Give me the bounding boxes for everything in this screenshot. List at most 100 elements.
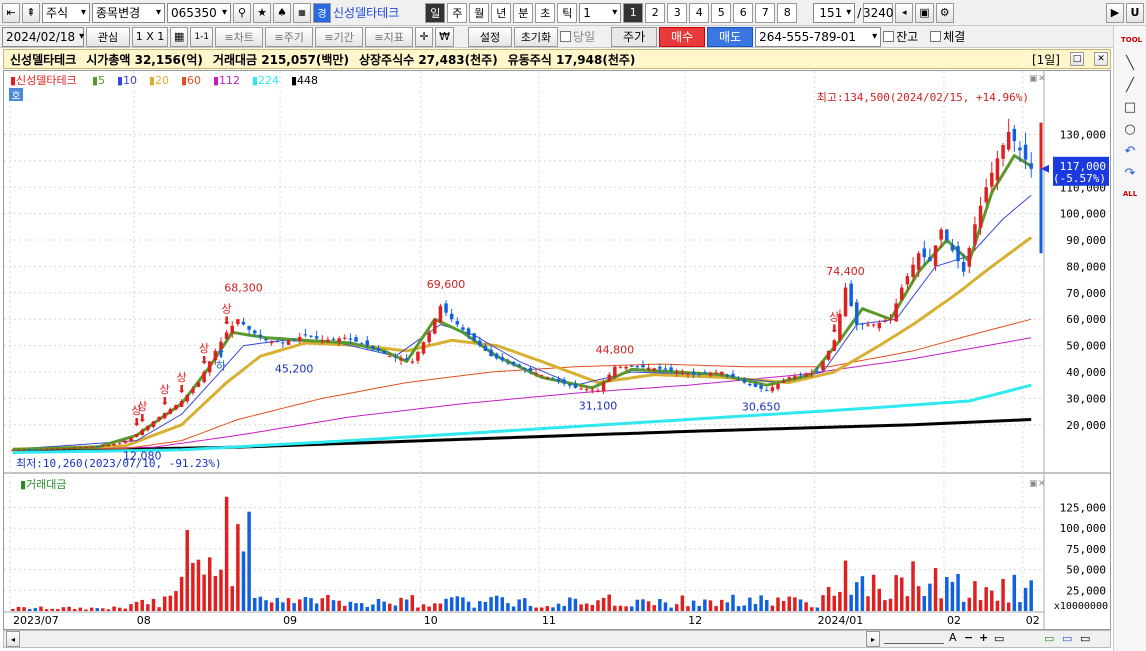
cycle-button[interactable]: ≡주기 xyxy=(265,26,314,47)
reset-button[interactable]: 초기화 xyxy=(514,26,558,47)
layout-button[interactable]: 1 X 1 xyxy=(132,26,168,47)
account-select[interactable]: 264-555-789-01 xyxy=(755,26,882,47)
price-tab[interactable]: 주가 xyxy=(611,26,658,47)
save-image-icon[interactable]: ▭ xyxy=(1062,632,1072,645)
volume-unit-label: x10000000 xyxy=(1054,601,1108,612)
play-icon[interactable]: ▶ xyxy=(1106,2,1124,23)
time-axis-label: 2023/07 xyxy=(13,614,59,627)
num-button-8[interactable]: 8 xyxy=(777,2,798,23)
period-button[interactable]: ≡기간 xyxy=(315,26,364,47)
period-minute-button[interactable]: 분 xyxy=(513,2,534,23)
zoom-out-button[interactable]: − xyxy=(964,631,973,644)
line-tool-icon[interactable]: ╲ xyxy=(1121,56,1139,72)
candle-body xyxy=(590,389,595,391)
period-day-button[interactable]: 일 xyxy=(425,2,446,23)
executed-checkbox[interactable]: 체결 xyxy=(930,28,965,45)
candle-body xyxy=(27,449,32,451)
num-button-3[interactable]: 3 xyxy=(667,2,688,23)
trendline-tool-icon[interactable]: ╱ xyxy=(1121,78,1139,94)
calendar-icon[interactable]: ▦ xyxy=(170,26,189,47)
candle-body xyxy=(309,335,313,337)
redo-icon[interactable]: ↷ xyxy=(1121,166,1139,182)
change-item-select[interactable]: 종목변경 xyxy=(92,2,165,23)
volume-bar xyxy=(433,603,437,611)
dock-left-button[interactable]: ⇤ xyxy=(2,2,20,23)
indicator-button[interactable]: ≡지표 xyxy=(365,26,414,47)
period-year-button[interactable]: 년 xyxy=(491,2,512,23)
same-day-checkbox[interactable]: 당일 xyxy=(560,28,595,45)
save-icon[interactable]: ▣ xyxy=(915,2,934,23)
undo-icon[interactable]: ↶ xyxy=(1121,144,1139,160)
volume-bar xyxy=(770,605,775,611)
erase-all-icon[interactable]: ALL xyxy=(1121,186,1139,202)
period-month-button[interactable]: 월 xyxy=(469,2,490,23)
close-icon[interactable]: ✕ xyxy=(1094,52,1108,66)
chart-area[interactable]: 20,000 30,000 40,000 50,000 60,000 70,000 80,0… xyxy=(3,70,1111,630)
candle-body xyxy=(939,229,943,240)
candle-body xyxy=(978,205,983,228)
date-input[interactable]: 2024/02/18 xyxy=(2,26,84,47)
num-button-4[interactable]: 4 xyxy=(689,2,710,23)
scroll-right-icon[interactable]: ▸ xyxy=(866,631,880,647)
crosshair-icon[interactable]: ✛ xyxy=(415,26,434,47)
period-tick-button[interactable]: 틱 xyxy=(557,2,578,23)
stock-code-input[interactable]: 065350 xyxy=(167,2,231,23)
period-week-button[interactable]: 주 xyxy=(447,2,468,23)
interest-button[interactable]: 관심 xyxy=(86,26,130,47)
period-multiplier-select[interactable]: 1 xyxy=(579,2,622,23)
sell-button[interactable]: 매도 xyxy=(707,26,754,47)
candle-body xyxy=(461,327,465,330)
count-separator: / xyxy=(857,5,862,20)
print-icon[interactable]: ▭ xyxy=(1080,632,1090,645)
candle-body xyxy=(888,319,893,321)
data-count-input[interactable]: 151 xyxy=(813,2,856,23)
num-button-1[interactable]: 1 xyxy=(623,2,644,23)
buy-button[interactable]: 매수 xyxy=(659,26,706,47)
tool-menu-icon[interactable]: TOOL xyxy=(1121,32,1142,48)
maximize-icon[interactable]: □ xyxy=(1070,52,1084,66)
volume-bar xyxy=(1029,580,1033,611)
search-icon[interactable]: ⚲ xyxy=(233,2,251,23)
candle-body xyxy=(562,379,566,384)
top-button[interactable]: ⇞ xyxy=(22,2,40,23)
period-second-button[interactable]: 초 xyxy=(535,2,556,23)
won-button[interactable]: ₩ xyxy=(435,26,454,47)
candle-body xyxy=(241,321,246,325)
scroll-left-icon[interactable]: ◂ xyxy=(6,631,20,647)
market-select[interactable]: 주식 xyxy=(42,2,90,23)
zoom-in-button[interactable]: + xyxy=(979,631,988,644)
zoom-reset-button[interactable]: A xyxy=(949,631,957,644)
volume-bar xyxy=(478,601,482,611)
num-button-5[interactable]: 5 xyxy=(711,2,732,23)
volume-bar xyxy=(16,606,21,611)
user-button[interactable]: U xyxy=(1126,2,1144,23)
num-button-7[interactable]: 7 xyxy=(755,2,776,23)
spade-icon[interactable]: ♠ xyxy=(273,2,291,23)
volume-bar xyxy=(320,598,325,611)
grid-100-icon[interactable]: ▦ xyxy=(293,2,311,23)
num-button-6[interactable]: 6 xyxy=(733,2,754,23)
volume-bar xyxy=(466,601,471,611)
favorite-star-icon[interactable]: ★ xyxy=(253,2,271,23)
candle-body xyxy=(1018,147,1022,151)
upper-limit-arrow-icon: ⬇ xyxy=(200,354,209,367)
candle-body xyxy=(78,447,83,449)
gear-icon[interactable]: ⚙ xyxy=(935,2,954,23)
page-button[interactable]: 1-1 xyxy=(190,26,214,47)
volume-tick-label: 100,000 xyxy=(1060,522,1106,535)
candle-body xyxy=(748,384,752,386)
excel-icon[interactable]: ▭ xyxy=(1044,632,1054,645)
chart-svg[interactable]: 20,000 30,000 40,000 50,000 60,000 70,000 80,0… xyxy=(4,71,1110,629)
balance-checkbox[interactable]: 잔고 xyxy=(883,28,918,45)
volume-bar xyxy=(281,602,285,611)
prev-page-icon[interactable]: ◂ xyxy=(895,2,914,23)
volume-bar xyxy=(1023,587,1028,611)
circle-tool-icon[interactable]: ○ xyxy=(1121,122,1139,138)
num-button-2[interactable]: 2 xyxy=(645,2,666,23)
bottom-tool-icon[interactable]: ▭ xyxy=(994,632,1004,645)
chart-type-button[interactable]: ≡차트 xyxy=(215,26,264,47)
zoom-slider[interactable] xyxy=(884,634,944,644)
rectangle-tool-icon[interactable]: □ xyxy=(1121,100,1139,116)
settings-button[interactable]: 설정 xyxy=(468,26,512,47)
volume-bar xyxy=(545,606,550,611)
